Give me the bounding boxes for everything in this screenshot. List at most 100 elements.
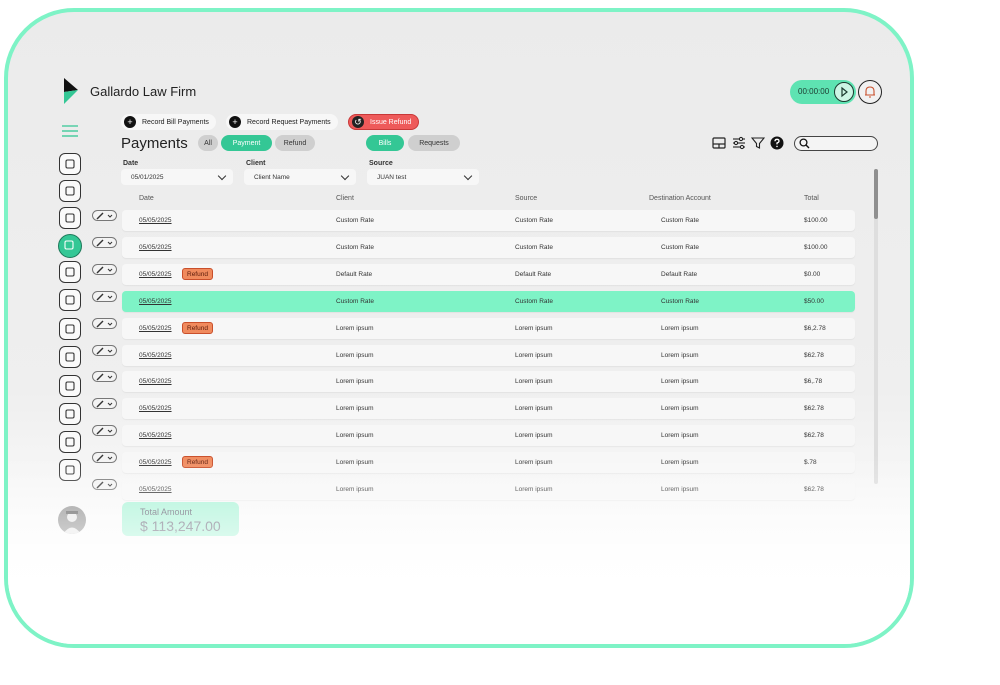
table-row[interactable]: 05/05/2025 Lorem ipsum Lorem ipsum Lorem ip… (122, 425, 855, 446)
row-date-link[interactable]: 05/05/2025 (139, 378, 172, 385)
row-date-link[interactable]: 05/05/2025 (139, 325, 172, 332)
source-filter-dropdown[interactable]: JUAN test (367, 169, 479, 185)
calendar-icon[interactable] (59, 180, 81, 202)
client-filter-dropdown[interactable]: Client Name (244, 169, 356, 185)
filter-refund-tab[interactable]: Refund (275, 135, 315, 151)
row-date-link[interactable]: 05/05/2025 (139, 217, 172, 224)
record-bill-payments-label: Record Bill Payments (142, 118, 209, 126)
row-date-link[interactable]: 05/05/2025 (139, 244, 172, 251)
plus-icon: + (124, 116, 136, 128)
notification-bell-icon[interactable] (858, 80, 882, 104)
row-total: $6,2.78 (804, 325, 826, 332)
dashboard-icon[interactable] (59, 153, 81, 175)
search-input[interactable] (794, 136, 878, 151)
edit-dropdown-button[interactable] (92, 264, 117, 275)
mail-icon[interactable] (59, 207, 81, 229)
row-total: $.78 (804, 459, 817, 466)
play-icon[interactable] (834, 82, 854, 102)
column-header-destination[interactable]: Destination Account (649, 195, 711, 202)
settings-icon[interactable] (59, 459, 81, 481)
column-header-source[interactable]: Source (515, 195, 537, 202)
row-source: Lorem ipsum (515, 378, 553, 385)
edit-dropdown-button[interactable] (92, 425, 117, 436)
table-row[interactable]: 05/05/2025 Lorem ipsum Lorem ipsum Lorem ip… (122, 479, 855, 500)
row-date-link[interactable]: 05/05/2025 (139, 486, 172, 493)
chevron-down-icon (107, 241, 113, 245)
payments-icon[interactable] (59, 403, 81, 425)
row-destination: Custom Rate (661, 244, 699, 251)
edit-dropdown-button[interactable] (92, 318, 117, 329)
row-client: Custom Rate (336, 217, 374, 224)
row-date-link[interactable]: 05/05/2025 (139, 459, 172, 466)
pencil-icon (96, 320, 104, 327)
scales-icon[interactable] (59, 261, 81, 283)
table-row[interactable]: 05/05/2025 Refund Default Rate Default Rate… (122, 264, 855, 285)
timer-widget[interactable]: 00:00:00 (790, 80, 856, 104)
record-request-payments-button[interactable]: + Record Request Payments (226, 114, 338, 130)
table-row[interactable]: 05/05/2025 Custom Rate Custom Rate Custom R… (122, 210, 855, 231)
row-destination: Lorem ipsum (661, 486, 699, 493)
date-filter-dropdown[interactable]: 05/01/2025 (121, 169, 233, 185)
column-header-date[interactable]: Date (139, 195, 154, 202)
table-row[interactable]: 05/05/2025 Lorem ipsum Lorem ipsum Lorem ip… (122, 345, 855, 366)
table-row[interactable]: 05/05/2025 Refund Lorem ipsum Lorem ipsum Lo… (122, 318, 855, 339)
chevron-down-icon (107, 322, 113, 326)
edit-dropdown-button[interactable] (92, 237, 117, 248)
shield-icon[interactable] (59, 375, 81, 397)
document-icon[interactable] (59, 346, 81, 368)
edit-dropdown-button[interactable] (92, 479, 117, 490)
bills-tab[interactable]: Bills (366, 135, 404, 151)
filter-payment-tab[interactable]: Payment (221, 135, 272, 151)
row-date-link[interactable]: 05/05/2025 (139, 405, 172, 412)
menu-icon[interactable] (62, 125, 78, 137)
table-row[interactable]: 05/05/2025 Refund Lorem ipsum Lorem ipsum Lo… (122, 452, 855, 473)
column-header-client[interactable]: Client (336, 195, 354, 202)
column-header-total[interactable]: Total (804, 195, 819, 202)
edit-dropdown-button[interactable] (92, 345, 117, 356)
table-row[interactable]: 05/05/2025 Lorem ipsum Lorem ipsum Lorem ip… (122, 398, 855, 419)
chevron-down-icon (217, 171, 227, 181)
row-source: Lorem ipsum (515, 352, 553, 359)
row-destination: Lorem ipsum (661, 405, 699, 412)
table-row[interactable]: 05/05/2025 Custom Rate Custom Rate Custom R… (122, 291, 855, 312)
edit-dropdown-button[interactable] (92, 210, 117, 221)
pencil-icon (96, 454, 104, 461)
edit-dropdown-button[interactable] (92, 452, 117, 463)
edit-dropdown-button[interactable] (92, 291, 117, 302)
row-date-link[interactable]: 05/05/2025 (139, 298, 172, 305)
sliders-icon[interactable] (732, 136, 746, 150)
total-amount-card: Total Amount $ 113,247.00 (122, 502, 239, 536)
row-destination: Lorem ipsum (661, 459, 699, 466)
contacts-icon[interactable] (59, 289, 81, 311)
row-source: Lorem ipsum (515, 459, 553, 466)
filter-icon[interactable] (751, 136, 765, 150)
billing-icon[interactable] (58, 234, 82, 258)
scrollbar-thumb[interactable] (874, 169, 878, 219)
filter-all-tab[interactable]: All (198, 135, 218, 151)
requests-tab[interactable]: Requests (408, 135, 460, 151)
pencil-icon (96, 239, 104, 246)
table-row[interactable]: 05/05/2025 Lorem ipsum Lorem ipsum Lorem ip… (122, 371, 855, 392)
help-icon[interactable] (770, 136, 784, 150)
table-row[interactable]: 05/05/2025 Custom Rate Custom Rate Custom R… (122, 237, 855, 258)
edit-dropdown-button[interactable] (92, 398, 117, 409)
row-date-link[interactable]: 05/05/2025 (139, 271, 172, 278)
timer-icon[interactable] (59, 318, 81, 340)
row-total: $0.00 (804, 271, 821, 278)
issue-refund-button[interactable]: ↺ Issue Refund (348, 114, 420, 130)
pencil-icon (96, 266, 104, 273)
chevron-down-icon (107, 456, 113, 460)
layout-icon[interactable] (712, 136, 726, 150)
row-date-link[interactable]: 05/05/2025 (139, 432, 172, 439)
edit-dropdown-button[interactable] (92, 371, 117, 382)
search-icon (799, 138, 810, 149)
row-date-link[interactable]: 05/05/2025 (139, 352, 172, 359)
row-destination: Lorem ipsum (661, 378, 699, 385)
row-total: $6,.78 (804, 378, 823, 385)
reports-icon[interactable] (59, 431, 81, 453)
record-bill-payments-button[interactable]: + Record Bill Payments (121, 114, 216, 130)
firm-logo-icon (64, 78, 78, 104)
client-filter-value: Client Name (254, 173, 290, 181)
user-avatar[interactable] (58, 506, 86, 534)
refund-icon: ↺ (352, 116, 364, 128)
